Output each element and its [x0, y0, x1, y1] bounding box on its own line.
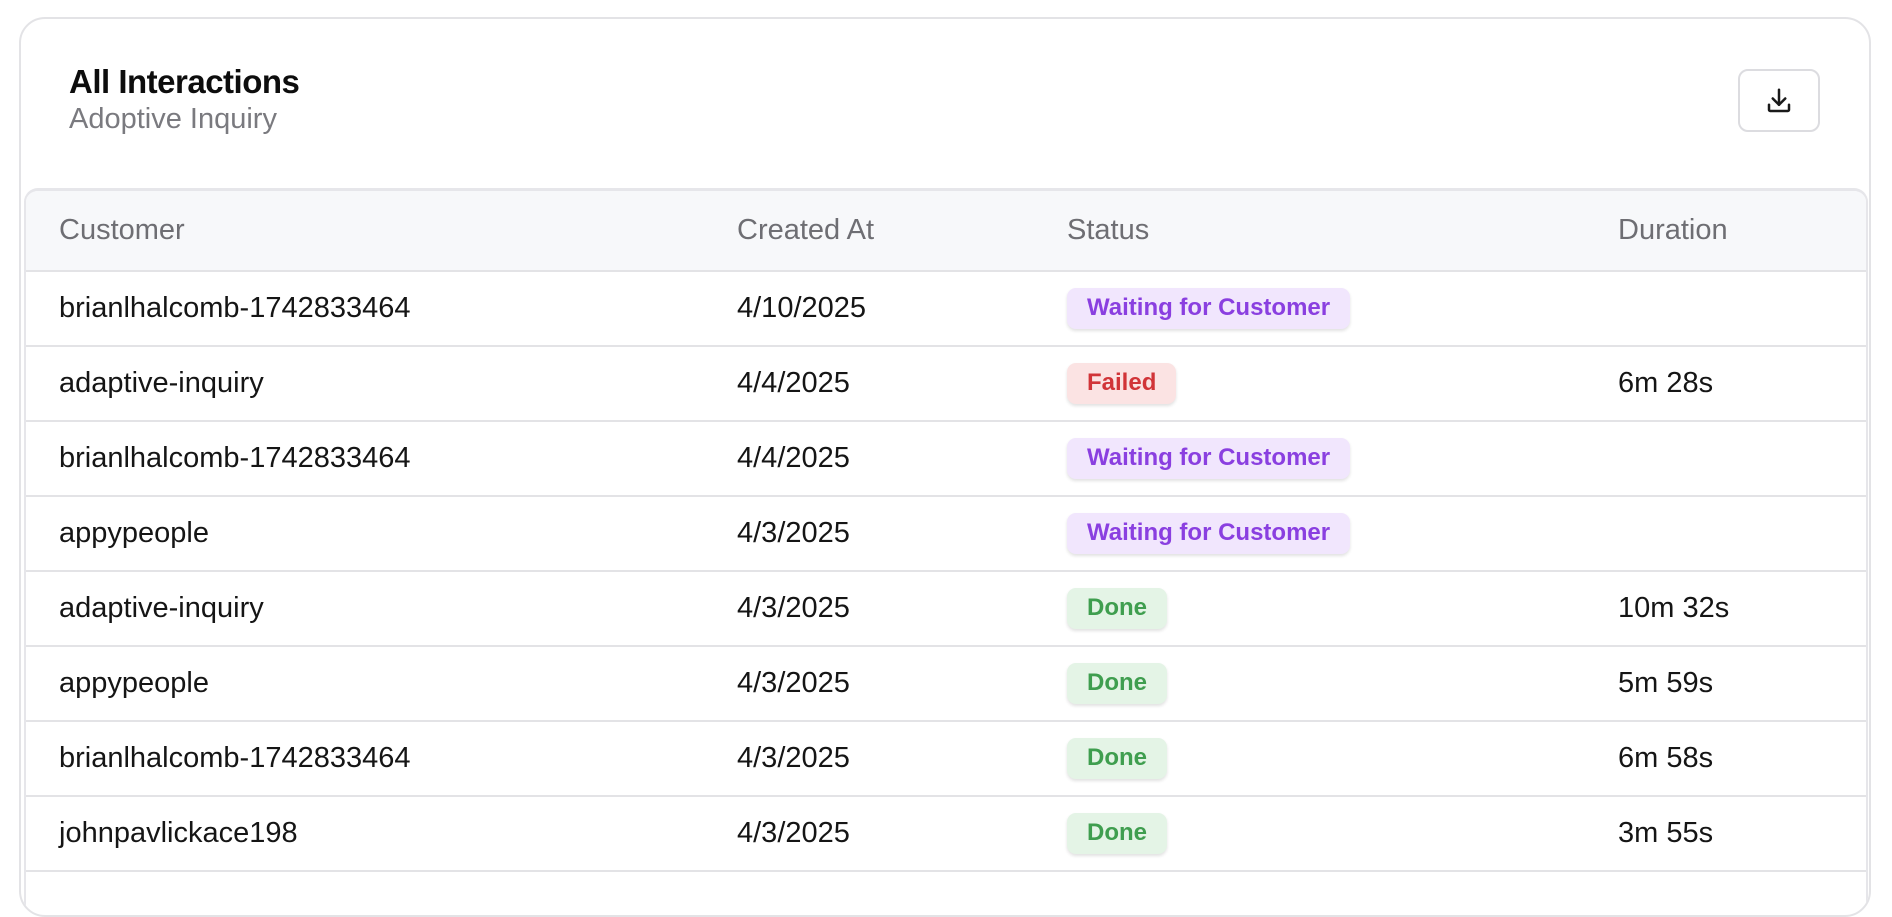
cell-created-at: 4/10/2025: [737, 271, 1067, 347]
cell-customer: brianlhalcomb-1742833464: [26, 271, 737, 347]
status-badge: Waiting for Customer: [1067, 288, 1351, 329]
cell-created-at: 4/3/2025: [737, 646, 1067, 722]
column-header-status[interactable]: Status: [1067, 191, 1618, 272]
cell-status: Done: [1067, 571, 1618, 647]
cell-customer: appypeople: [26, 496, 737, 572]
table-row[interactable]: adaptive-inquiry 4/3/2025 Done 10m 32s: [26, 571, 1866, 647]
cell-customer: brianlhalcomb-1742833464: [26, 721, 737, 797]
column-header-created-at[interactable]: Created At: [737, 191, 1067, 272]
cell-created-at: 4/3/2025: [737, 796, 1067, 872]
table-row[interactable]: brianlhalcomb-1742833464 4/4/2025 Waiting …: [26, 421, 1866, 497]
table-row[interactable]: appypeople 4/3/2025 Waiting for Customer: [26, 496, 1866, 572]
cell-duration: [1618, 271, 1866, 347]
column-header-customer[interactable]: Customer: [26, 191, 737, 272]
cell-duration: [1618, 421, 1866, 497]
cell-status: Waiting for Customer: [1067, 271, 1618, 347]
cell-duration: [1618, 871, 1866, 915]
cell-created-at: [737, 871, 1067, 915]
cell-status: Done: [1067, 646, 1618, 722]
status-badge: Waiting for Customer: [1067, 438, 1351, 479]
table-body: brianlhalcomb-1742833464 4/10/2025 Waiting…: [26, 271, 1866, 915]
status-badge: Done: [1067, 663, 1167, 704]
status-badge: Waiting for Customer: [1067, 513, 1351, 554]
cell-duration: 6m 58s: [1618, 721, 1866, 797]
cell-customer: adaptive-inquiry: [26, 346, 737, 422]
cell-customer: brianlhalcomb-1742833464: [26, 421, 737, 497]
page-title: All Interactions: [69, 63, 300, 100]
cell-duration: 10m 32s: [1618, 571, 1866, 647]
card-header: All Interactions Adoptive Inquiry: [21, 19, 1869, 189]
cell-duration: 3m 55s: [1618, 796, 1866, 872]
table-row[interactable]: appypeople 4/3/2025 Done 5m 59s: [26, 646, 1866, 722]
table-row[interactable]: [26, 871, 1866, 915]
cell-status: [1067, 871, 1618, 915]
cell-duration: 5m 59s: [1618, 646, 1866, 722]
table-header-row: Customer Created At Status Duration: [26, 191, 1866, 272]
status-badge: Failed: [1067, 363, 1177, 404]
cell-created-at: 4/3/2025: [737, 721, 1067, 797]
cell-created-at: 4/3/2025: [737, 571, 1067, 647]
cell-customer: adaptive-inquiry: [26, 571, 737, 647]
table-row[interactable]: brianlhalcomb-1742833464 4/3/2025 Done 6m 5…: [26, 721, 1866, 797]
status-badge: Done: [1067, 813, 1167, 854]
interactions-card: All Interactions Adoptive Inquiry Custom…: [19, 17, 1871, 917]
table-row[interactable]: brianlhalcomb-1742833464 4/10/2025 Waiting…: [26, 271, 1866, 347]
cell-duration: 6m 28s: [1618, 346, 1866, 422]
cell-customer: appypeople: [26, 646, 737, 722]
table-row[interactable]: adaptive-inquiry 4/4/2025 Failed 6m 28s: [26, 346, 1866, 422]
cell-customer: [26, 871, 737, 915]
interactions-table: Customer Created At Status Duration bria…: [24, 188, 1868, 915]
status-badge: Done: [1067, 738, 1167, 779]
cell-status: Done: [1067, 721, 1618, 797]
cell-status: Waiting for Customer: [1067, 496, 1618, 572]
cell-customer: johnpavlickace198: [26, 796, 737, 872]
cell-status: Failed: [1067, 346, 1618, 422]
cell-created-at: 4/4/2025: [737, 346, 1067, 422]
download-icon: [1767, 88, 1791, 112]
cell-created-at: 4/3/2025: [737, 496, 1067, 572]
download-button[interactable]: [1738, 69, 1820, 132]
cell-duration: [1618, 496, 1866, 572]
cell-status: Done: [1067, 796, 1618, 872]
cell-status: Waiting for Customer: [1067, 421, 1618, 497]
page-subtitle: Adoptive Inquiry: [69, 103, 277, 135]
cell-created-at: 4/4/2025: [737, 421, 1067, 497]
table-row[interactable]: johnpavlickace198 4/3/2025 Done 3m 55s: [26, 796, 1866, 872]
status-badge: Done: [1067, 588, 1167, 629]
column-header-duration[interactable]: Duration: [1618, 191, 1866, 272]
